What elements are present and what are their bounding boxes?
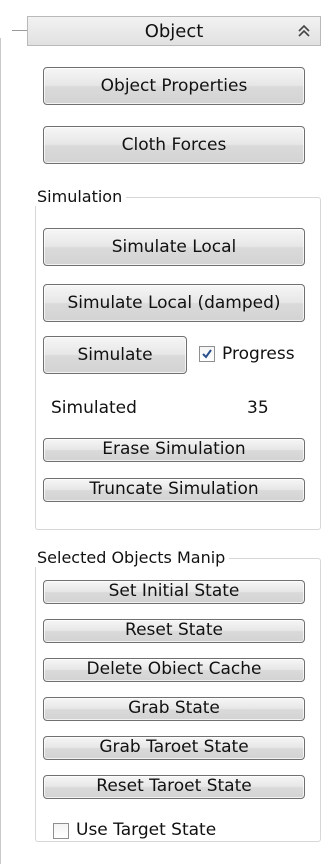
use-target-state-checkbox[interactable] [53, 823, 69, 839]
set-initial-state-button[interactable]: Set Initial State [43, 580, 305, 604]
grab-state-label: Grab State [128, 698, 220, 718]
header-connector-line [12, 30, 28, 31]
use-target-state-label: Use Target State [76, 820, 217, 840]
erase-simulation-button[interactable]: Erase Simulation [43, 438, 305, 462]
simulate-label: Simulate [77, 345, 153, 365]
reset-target-state-button[interactable]: Reset Taroet State [43, 775, 305, 799]
simulation-group-label: Simulation [33, 187, 127, 206]
object-rollout-panel: Object Object Properties Cloth Forces Si… [0, 0, 322, 864]
reset-state-label: Reset State [125, 620, 223, 640]
simulate-button[interactable]: Simulate [43, 336, 187, 374]
rollout-title: Object [144, 21, 204, 42]
grab-target-state-label: Grab Taroet State [99, 737, 249, 757]
erase-simulation-label: Erase Simulation [102, 439, 246, 459]
simulate-local-button[interactable]: Simulate Local [43, 228, 305, 266]
simulate-local-damped-button[interactable]: Simulate Local (damped) [43, 284, 305, 322]
grab-state-button[interactable]: Grab State [43, 697, 305, 721]
simulate-local-damped-label: Simulate Local (damped) [67, 293, 281, 313]
object-properties-button[interactable]: Object Properties [43, 67, 305, 105]
simulate-local-label: Simulate Local [111, 237, 237, 257]
reset-target-state-label: Reset Taroet State [96, 776, 252, 796]
simulated-label: Simulated [51, 398, 137, 418]
delete-object-cache-label: Delete Obiect Cache [86, 659, 262, 679]
object-properties-label: Object Properties [100, 76, 248, 96]
rollout-header-object[interactable]: Object [27, 16, 321, 46]
double-chevron-up-icon[interactable] [294, 21, 314, 41]
progress-checkbox[interactable] [199, 346, 215, 362]
selected-objects-manip-label: Selected Objects Manip [33, 548, 230, 567]
panel-left-border [0, 38, 1, 864]
simulated-value: 35 [247, 398, 269, 418]
reset-state-button[interactable]: Reset State [43, 619, 305, 643]
set-initial-state-label: Set Initial State [108, 581, 240, 601]
delete-object-cache-button[interactable]: Delete Obiect Cache [43, 658, 305, 682]
cloth-forces-label: Cloth Forces [121, 135, 227, 155]
cloth-forces-button[interactable]: Cloth Forces [43, 126, 305, 164]
grab-target-state-button[interactable]: Grab Taroet State [43, 736, 305, 760]
progress-label: Progress [222, 344, 295, 364]
truncate-simulation-button[interactable]: Truncate Simulation [43, 478, 305, 502]
checkmark-icon [202, 349, 212, 359]
truncate-simulation-label: Truncate Simulation [89, 479, 259, 499]
